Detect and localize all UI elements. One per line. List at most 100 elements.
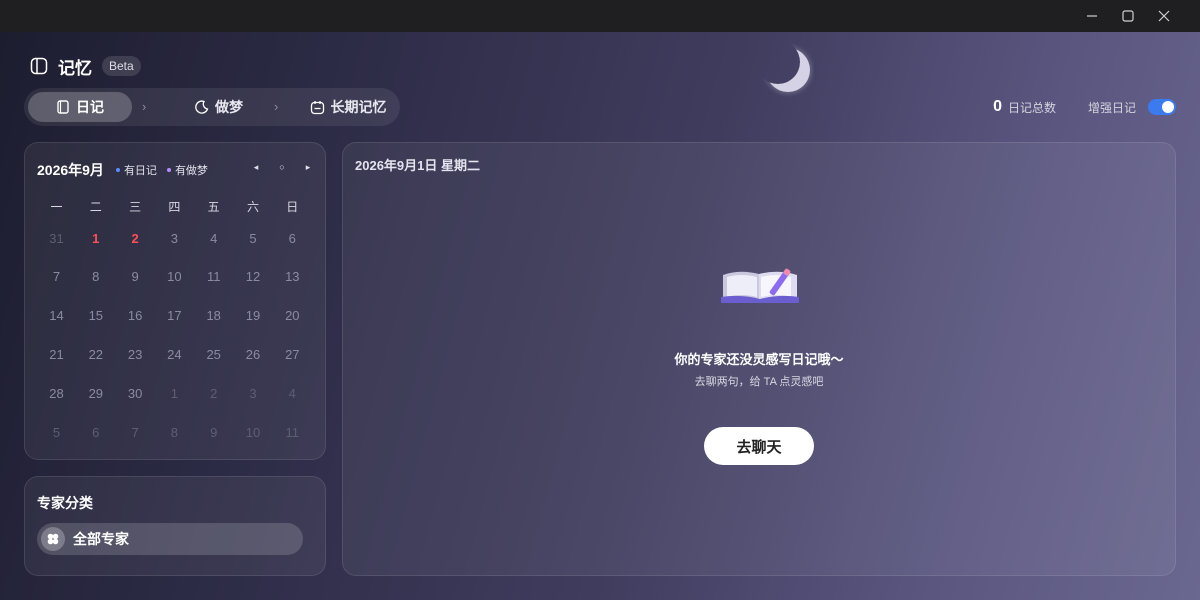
diary-panel: 2026年9月1日 星期二 你的专家还没灵感写日记哦～ 去聊两句，给 TA 点灵… bbox=[342, 142, 1176, 576]
calendar-day[interactable]: 16 bbox=[116, 301, 155, 331]
calendar-day[interactable]: 17 bbox=[155, 301, 194, 331]
weekday-header: 三 bbox=[129, 199, 142, 214]
calendar-month-title: 2026年9月 bbox=[37, 162, 104, 178]
app-window: 记忆 Beta 日记 › 做梦 › 长期记忆 0 日记总数 增强日记 2026年… bbox=[0, 32, 1200, 600]
calendar-day[interactable]: 8 bbox=[155, 417, 194, 447]
category-item-all-experts[interactable]: 全部专家 bbox=[37, 523, 303, 555]
maximize-button[interactable] bbox=[1110, 0, 1146, 32]
calendar-memory-icon bbox=[310, 100, 324, 114]
calendar-day[interactable]: 3 bbox=[155, 223, 194, 253]
calendar-day[interactable]: 23 bbox=[116, 339, 155, 369]
calendar-day[interactable]: 9 bbox=[116, 262, 155, 292]
legend-dot bbox=[166, 168, 171, 172]
calendar-day[interactable]: 13 bbox=[273, 262, 312, 292]
calendar-day[interactable]: 18 bbox=[194, 301, 233, 331]
weekday-header: 六 bbox=[246, 199, 259, 214]
legend-diary: 有日记 bbox=[115, 162, 157, 178]
calendar-day[interactable]: 10 bbox=[234, 417, 273, 447]
minimize-icon bbox=[1087, 15, 1097, 17]
mode-nav: 日记 › 做梦 › 长期记忆 bbox=[24, 88, 400, 126]
calendar-day[interactable]: 25 bbox=[194, 339, 233, 369]
expert-category-title: 专家分类 bbox=[37, 495, 93, 511]
go-chat-button[interactable]: 去聊天 bbox=[704, 427, 814, 465]
calendar-day[interactable]: 21 bbox=[37, 339, 76, 369]
calendar-day[interactable]: 4 bbox=[273, 378, 312, 408]
calendar-day[interactable]: 5 bbox=[37, 417, 76, 447]
calendar-day[interactable]: 14 bbox=[37, 301, 76, 331]
crescent-moon-icon bbox=[764, 46, 812, 94]
calendar-day[interactable]: 10 bbox=[155, 262, 194, 292]
prev-month-button[interactable]: ◂ bbox=[251, 162, 261, 173]
calendar-day[interactable]: 27 bbox=[273, 339, 312, 369]
enhance-diary-label: 增强日记 bbox=[1087, 100, 1136, 115]
calendar-day[interactable]: 20 bbox=[273, 301, 312, 331]
calendar-day[interactable]: 24 bbox=[155, 339, 194, 369]
calendar-day[interactable]: 6 bbox=[76, 417, 115, 447]
calendar-day[interactable]: 31 bbox=[37, 223, 76, 253]
calendar-day[interactable]: 7 bbox=[37, 262, 76, 292]
selected-date: 2026年9月1日 星期二 bbox=[355, 158, 480, 173]
moon-icon bbox=[195, 100, 209, 114]
calendar-day[interactable]: 30 bbox=[116, 378, 155, 408]
clover-icon bbox=[41, 527, 65, 551]
calendar-day[interactable]: 11 bbox=[273, 417, 312, 447]
calendar-header: 2026年9月 有日记 有做梦 ◂ ○ ▸ bbox=[37, 161, 313, 179]
calendar-day[interactable]: 8 bbox=[76, 262, 115, 292]
empty-state-subtitle: 去聊两句，给 TA 点灵感吧 bbox=[694, 376, 824, 388]
weekday-header: 日 bbox=[286, 199, 299, 214]
calendar-nav: ◂ ○ ▸ bbox=[251, 162, 313, 173]
enhance-diary-toggle[interactable] bbox=[1148, 99, 1176, 115]
calendar-day[interactable]: 5 bbox=[234, 223, 273, 253]
close-button[interactable] bbox=[1146, 0, 1182, 32]
brand: 记忆 Beta bbox=[30, 54, 141, 78]
calendar-day[interactable]: 11 bbox=[194, 262, 233, 292]
tab-diary[interactable]: 日记 bbox=[28, 92, 132, 122]
tab-dream[interactable]: 做梦 bbox=[174, 92, 264, 122]
beta-badge: Beta bbox=[102, 56, 141, 76]
window-titlebar bbox=[0, 0, 1200, 32]
calendar-day[interactable]: 22 bbox=[76, 339, 115, 369]
minimize-button[interactable] bbox=[1074, 0, 1110, 32]
diary-count-label: 日记总数 bbox=[1007, 100, 1056, 115]
tab-label: 日记 bbox=[76, 99, 104, 115]
open-book-pencil-icon bbox=[721, 268, 799, 303]
calendar-day[interactable]: 1 bbox=[76, 223, 115, 253]
calendar-day[interactable]: 19 bbox=[234, 301, 273, 331]
weekday-header: 五 bbox=[207, 199, 220, 214]
tab-long-term-memory[interactable]: 长期记忆 bbox=[300, 92, 396, 122]
calendar-day[interactable]: 4 bbox=[194, 223, 233, 253]
today-button[interactable]: ○ bbox=[277, 162, 287, 173]
chevron-right-icon: › bbox=[274, 99, 279, 114]
legend-label: 有日记 bbox=[123, 165, 157, 177]
calendar-day[interactable]: 2 bbox=[194, 378, 233, 408]
calendar-day[interactable]: 29 bbox=[76, 378, 115, 408]
page-title: 记忆 bbox=[58, 58, 92, 78]
legend-dream: 有做梦 bbox=[166, 162, 208, 178]
calendar-day[interactable]: 2 bbox=[116, 223, 155, 253]
sidebar-panel-icon[interactable] bbox=[30, 57, 48, 75]
legend-label: 有做梦 bbox=[174, 165, 208, 177]
close-icon bbox=[1158, 10, 1170, 22]
calendar-card: 2026年9月 有日记 有做梦 ◂ ○ ▸ 一二三四五六日 31 1 2 3 4 5 6 7 8 9… bbox=[24, 142, 326, 460]
calendar-day[interactable]: 6 bbox=[273, 223, 312, 253]
chevron-right-icon: › bbox=[142, 99, 147, 114]
weekday-header: 一 bbox=[50, 199, 63, 214]
diary-count: 0 bbox=[993, 98, 1002, 115]
weekday-header: 四 bbox=[168, 199, 181, 214]
calendar-day[interactable]: 3 bbox=[234, 378, 273, 408]
calendar-day[interactable]: 9 bbox=[194, 417, 233, 447]
next-month-button[interactable]: ▸ bbox=[303, 162, 313, 173]
expert-category-card: 专家分类 全部专家 bbox=[24, 476, 326, 576]
calendar-day[interactable]: 7 bbox=[116, 417, 155, 447]
calendar-day[interactable]: 28 bbox=[37, 378, 76, 408]
calendar-day[interactable]: 15 bbox=[76, 301, 115, 331]
weekday-header: 二 bbox=[89, 199, 102, 214]
calendar-day[interactable]: 12 bbox=[234, 262, 273, 292]
calendar-day[interactable]: 26 bbox=[234, 339, 273, 369]
empty-state-title: 你的专家还没灵感写日记哦～ bbox=[674, 352, 844, 367]
category-item-label: 全部专家 bbox=[73, 531, 129, 547]
legend-dot bbox=[115, 168, 120, 172]
diary-icon bbox=[57, 100, 69, 114]
calendar-day[interactable]: 1 bbox=[155, 378, 194, 408]
tab-label: 长期记忆 bbox=[330, 99, 387, 115]
